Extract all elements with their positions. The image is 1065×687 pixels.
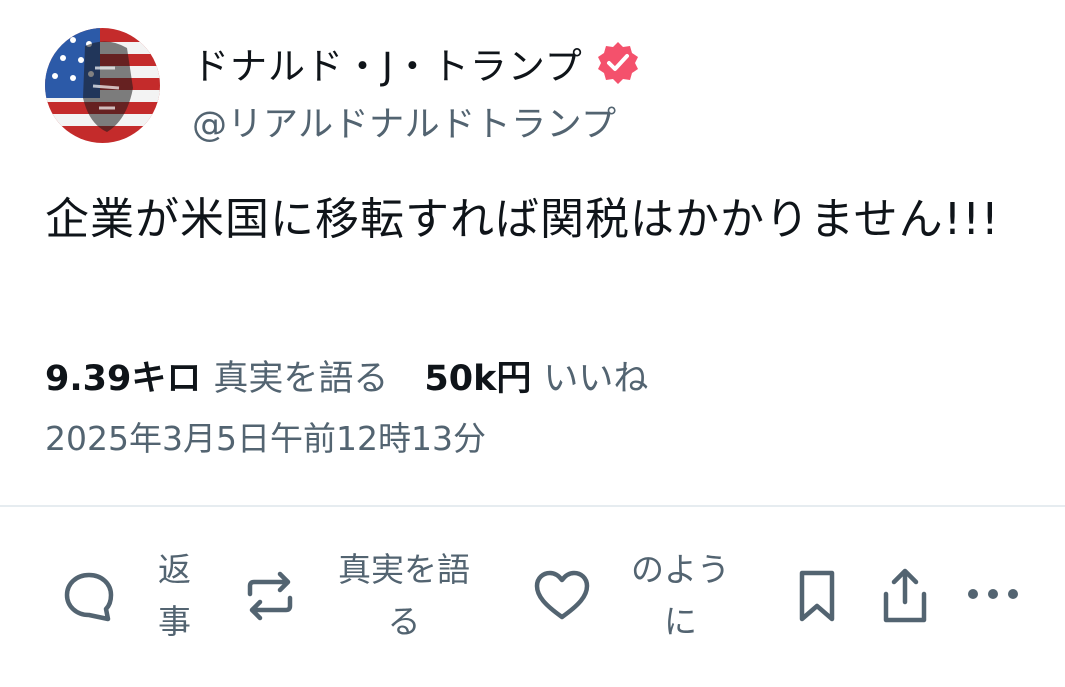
verified-badge-icon xyxy=(597,42,638,84)
like-label-2: に xyxy=(664,602,697,641)
post-stats: 9.39キロ 真実を語る 50k円 いいね xyxy=(45,350,648,401)
bookmark-icon xyxy=(797,568,837,624)
reply-button[interactable]: 返 事 xyxy=(62,544,191,648)
bookmark-button[interactable] xyxy=(797,568,837,624)
author-name[interactable]: ドナルド・J・トランプ xyxy=(192,36,583,90)
post-timestamp: 2025年3月5日午前12時13分 xyxy=(45,419,486,458)
reply-label: 返 xyxy=(158,550,191,589)
likes-label[interactable]: いいね xyxy=(543,350,648,401)
reply-label-2: 事 xyxy=(158,602,191,641)
avatar-image xyxy=(45,28,160,143)
likes-count[interactable]: 50k円 xyxy=(424,350,531,401)
reply-icon xyxy=(62,569,116,623)
more-button[interactable] xyxy=(965,584,1021,604)
share-button[interactable] xyxy=(880,566,930,626)
retruth-label: 真実を語 xyxy=(338,550,470,589)
divider xyxy=(0,505,1065,507)
more-icon xyxy=(965,584,1021,604)
avatar[interactable] xyxy=(45,28,160,143)
post-text: 企業が米国に移転すれば関税はかかりません!!! xyxy=(45,194,1000,245)
like-icon xyxy=(533,569,591,623)
like-label: のよう xyxy=(631,550,730,589)
retruths-label[interactable]: 真実を語る xyxy=(213,350,388,401)
like-button[interactable]: のよう に xyxy=(533,544,730,648)
retruth-label-2: る xyxy=(387,602,421,641)
author-handle[interactable]: @リアルドナルドトランプ xyxy=(192,96,617,147)
retruth-icon xyxy=(242,568,298,624)
share-icon xyxy=(880,566,930,626)
retruths-count[interactable]: 9.39キロ xyxy=(45,350,201,401)
retruth-button[interactable]: 真実を語 る xyxy=(242,544,470,648)
